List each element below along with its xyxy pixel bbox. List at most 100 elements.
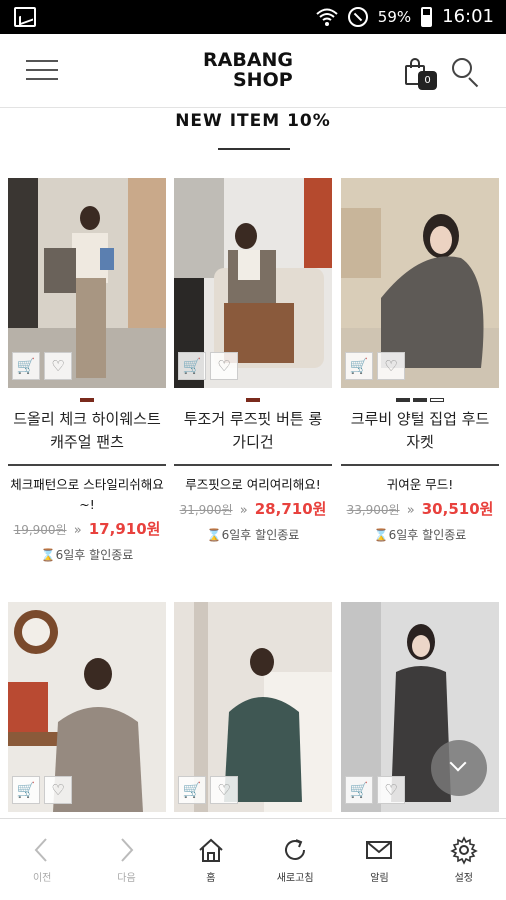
sale-price: 28,710원 bbox=[254, 500, 327, 518]
logo-line-1: RABANG bbox=[203, 49, 294, 71]
color-swatch bbox=[246, 398, 260, 402]
cart-icon: 🛒 bbox=[349, 781, 369, 799]
app-header: RABANG SHOP 0 bbox=[0, 34, 506, 108]
hourglass-icon: ⌛ bbox=[373, 528, 389, 542]
hourglass-icon: ⌛ bbox=[206, 528, 222, 542]
product-description: 체크패턴으로 스타일리쉬해요~! bbox=[10, 477, 164, 512]
add-to-cart-button[interactable]: 🛒 bbox=[12, 352, 40, 380]
cart-icon: 🛒 bbox=[349, 357, 369, 375]
nav-label: 이전 bbox=[32, 873, 52, 884]
product-image[interactable]: 🛒 ♡ bbox=[8, 602, 166, 812]
add-to-cart-button[interactable]: 🛒 bbox=[345, 776, 373, 804]
chevron-right-icon bbox=[121, 838, 134, 862]
gear-icon bbox=[450, 836, 478, 865]
chevron-left-icon bbox=[34, 838, 47, 862]
original-price: 33,900원 bbox=[346, 503, 400, 517]
nav-label: 새로고침 bbox=[276, 873, 314, 884]
original-price: 31,900원 bbox=[179, 503, 233, 517]
sale-price: 30,510원 bbox=[421, 500, 494, 518]
cart-icon: 🛒 bbox=[16, 357, 36, 375]
product-card[interactable]: 🛒 ♡ bbox=[174, 602, 332, 812]
nav-settings-button[interactable]: 설정 bbox=[422, 819, 506, 900]
wishlist-button[interactable]: ♡ bbox=[210, 776, 238, 804]
refresh-icon bbox=[285, 839, 306, 860]
brand-logo[interactable]: RABANG SHOP bbox=[203, 50, 303, 90]
product-card[interactable]: 🛒 ♡ 크루비 양털 집업 후드 자켓 귀여운 무드! 33,900원 » 30… bbox=[341, 178, 499, 543]
status-indicators: 59% 16:01 bbox=[316, 6, 494, 27]
add-to-cart-button[interactable]: 🛒 bbox=[178, 776, 206, 804]
color-swatches bbox=[174, 394, 332, 406]
nav-back-button[interactable]: 이전 bbox=[0, 819, 84, 900]
timer-text: 6일후 할인종료 bbox=[221, 528, 300, 542]
mail-icon bbox=[366, 841, 393, 859]
nav-refresh-button[interactable]: 새로고침 bbox=[253, 819, 337, 900]
heart-icon: ♡ bbox=[51, 357, 65, 375]
wifi-icon bbox=[316, 8, 338, 26]
status-bar: 59% 16:01 bbox=[0, 0, 506, 34]
color-swatch bbox=[80, 398, 94, 402]
wishlist-button[interactable]: ♡ bbox=[44, 776, 72, 804]
discount-timer: ⌛6일후 할인종료 bbox=[174, 526, 332, 543]
chevron-down-icon bbox=[449, 754, 467, 772]
wishlist-button[interactable]: ♡ bbox=[377, 352, 405, 380]
heart-icon: ♡ bbox=[384, 781, 398, 799]
hourglass-icon: ⌛ bbox=[40, 548, 56, 562]
price-row: 31,900원 » 28,710원 bbox=[174, 498, 332, 519]
arrow-icon: » bbox=[239, 503, 248, 518]
color-swatch bbox=[413, 398, 427, 402]
product-card[interactable]: 🛒 ♡ 투조거 루즈핏 버튼 롱 가디건 루즈핏으로 여리여리해요! 31,90… bbox=[174, 178, 332, 543]
scroll-down-button[interactable] bbox=[431, 740, 487, 796]
timer-text: 6일후 할인종료 bbox=[388, 528, 467, 542]
product-name[interactable]: 드올리 체크 하이웨스트 캐주얼 팬츠 bbox=[8, 408, 166, 458]
nav-label: 알림 bbox=[370, 873, 389, 884]
cart-icon: 🛒 bbox=[182, 357, 202, 375]
nav-forward-button[interactable]: 다음 bbox=[84, 819, 168, 900]
divider bbox=[174, 464, 332, 466]
add-to-cart-button[interactable]: 🛒 bbox=[178, 352, 206, 380]
product-card[interactable]: 🛒 ♡ bbox=[8, 602, 166, 812]
discount-timer: ⌛6일후 할인종료 bbox=[8, 546, 166, 563]
cart-button[interactable]: 0 bbox=[403, 57, 437, 90]
home-icon bbox=[199, 838, 223, 862]
arrow-icon: » bbox=[406, 503, 415, 518]
nav-label: 설정 bbox=[454, 873, 473, 884]
divider bbox=[8, 464, 166, 466]
image-notification-icon bbox=[14, 7, 36, 27]
nav-home-button[interactable]: 홈 bbox=[169, 819, 253, 900]
nav-label: 다음 bbox=[117, 873, 136, 884]
section-title: NEW ITEM 10% bbox=[175, 111, 331, 131]
wishlist-button[interactable]: ♡ bbox=[44, 352, 72, 380]
product-name[interactable]: 투조거 루즈핏 버튼 롱 가디건 bbox=[174, 408, 332, 458]
bottom-navigation: 이전 다음 홈 새로고침 알림 설정 bbox=[0, 818, 506, 900]
cart-icon: 🛒 bbox=[16, 781, 36, 799]
menu-icon[interactable] bbox=[26, 60, 58, 80]
timer-text: 6일후 할인종료 bbox=[55, 548, 134, 562]
color-swatch bbox=[430, 398, 444, 402]
add-to-cart-button[interactable]: 🛒 bbox=[345, 352, 373, 380]
divider bbox=[341, 464, 499, 466]
search-button[interactable] bbox=[450, 56, 482, 88]
nav-label: 홈 bbox=[206, 873, 216, 884]
product-card[interactable]: 🛒 ♡ 드올리 체크 하이웨스트 캐주얼 팬츠 체크패턴으로 스타일리쉬해요~!… bbox=[8, 178, 166, 563]
search-icon bbox=[452, 58, 472, 78]
product-image[interactable]: 🛒 ♡ bbox=[174, 602, 332, 812]
price-row: 33,900원 » 30,510원 bbox=[341, 498, 499, 519]
price-row: 19,900원 » 17,910원 bbox=[8, 518, 166, 539]
do-not-disturb-icon bbox=[347, 6, 368, 27]
product-description: 루즈핏으로 여리여리해요! bbox=[185, 477, 321, 492]
wishlist-button[interactable]: ♡ bbox=[377, 776, 405, 804]
nav-notifications-button[interactable]: 알림 bbox=[337, 819, 421, 900]
add-to-cart-button[interactable]: 🛒 bbox=[12, 776, 40, 804]
color-swatch bbox=[396, 398, 410, 402]
product-image[interactable]: 🛒 ♡ bbox=[341, 178, 499, 388]
arrow-icon: » bbox=[73, 523, 82, 538]
logo-line-2: SHOP bbox=[233, 69, 293, 91]
product-name[interactable]: 크루비 양털 집업 후드 자켓 bbox=[341, 408, 499, 458]
cart-count-badge: 0 bbox=[418, 71, 437, 90]
product-image[interactable]: 🛒 ♡ bbox=[8, 178, 166, 388]
wishlist-button[interactable]: ♡ bbox=[210, 352, 238, 380]
battery-percent: 59% bbox=[377, 7, 412, 26]
heart-icon: ♡ bbox=[217, 357, 231, 375]
product-image[interactable]: 🛒 ♡ bbox=[174, 178, 332, 388]
clock: 16:01 bbox=[442, 6, 494, 27]
